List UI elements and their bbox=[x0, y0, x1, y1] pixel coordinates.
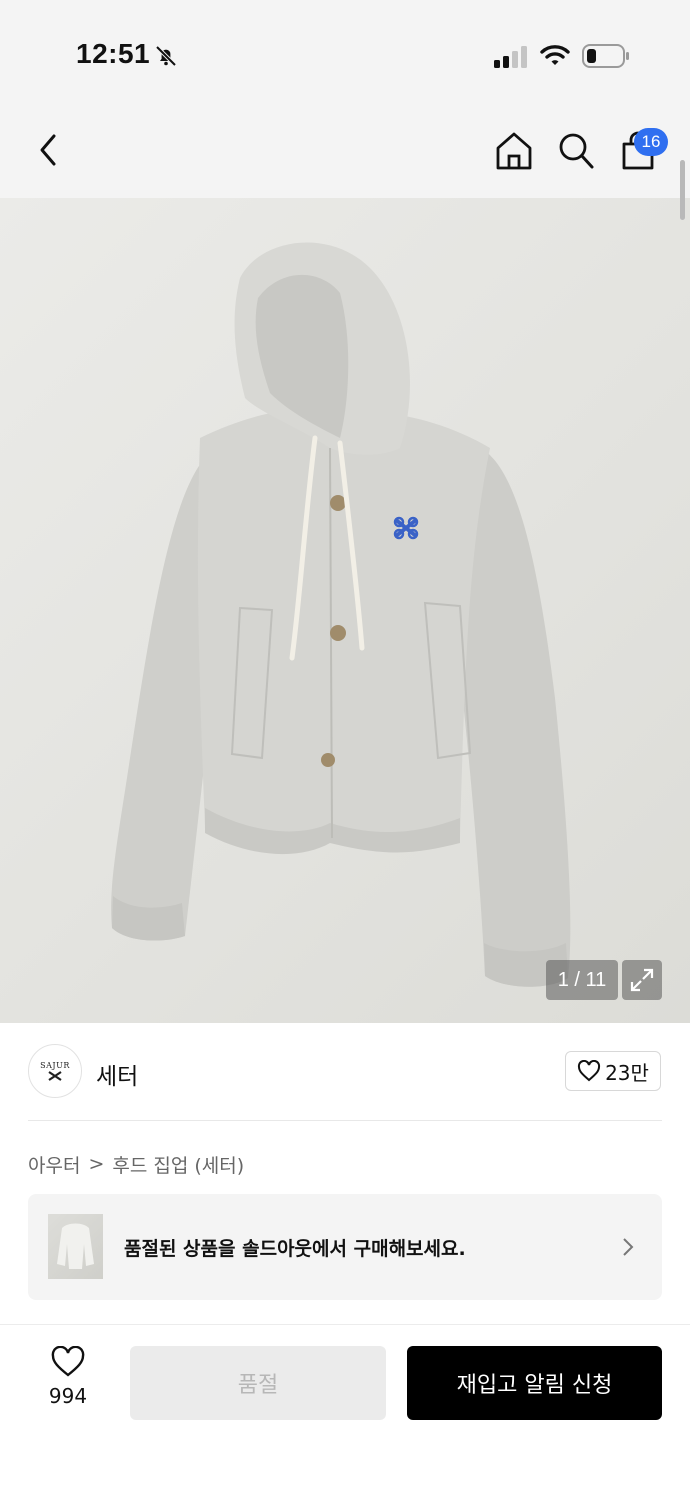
cart-count-badge: 16 bbox=[634, 128, 668, 156]
breadcrumb-separator: > bbox=[88, 1153, 105, 1175]
brand-like-button[interactable]: 23만 bbox=[565, 1051, 661, 1091]
back-arrow-icon[interactable] bbox=[30, 130, 66, 174]
section-divider bbox=[28, 1120, 662, 1121]
product-image[interactable] bbox=[0, 198, 690, 1023]
bell-muted-icon bbox=[154, 44, 178, 72]
heart-outline-icon bbox=[578, 1060, 601, 1082]
brand-logo[interactable]: SAJUR bbox=[28, 1044, 82, 1098]
home-icon[interactable] bbox=[494, 130, 534, 176]
breadcrumb: 아우터 > 후드 집업 (세터) bbox=[28, 1150, 244, 1178]
chevron-right-icon bbox=[620, 1236, 636, 1262]
brand-name[interactable]: 세터 bbox=[96, 1057, 138, 1091]
brand-logo-text: SAJUR bbox=[40, 1060, 70, 1070]
page-scroll-indicator[interactable] bbox=[680, 160, 685, 220]
soldout-banner-text: 품절된 상품을 솔드아웃에서 구매해보세요. bbox=[124, 1238, 466, 1260]
breadcrumb-outer[interactable]: 아우터 bbox=[28, 1151, 80, 1178]
image-counter: 1 / 11 bbox=[546, 960, 618, 1000]
wifi-icon bbox=[540, 43, 570, 71]
fullscreen-expand-icon[interactable] bbox=[622, 960, 662, 1000]
soldout-button[interactable]: 품절 bbox=[130, 1346, 386, 1420]
wishlist-button[interactable]: 994 bbox=[28, 1346, 108, 1420]
status-time: 12:51 bbox=[76, 38, 151, 69]
battery-icon bbox=[582, 44, 630, 72]
brand-like-count: 23만 bbox=[605, 1060, 649, 1085]
breadcrumb-hood-zip[interactable]: 후드 집업 (세터) bbox=[112, 1151, 244, 1178]
wishlist-count: 994 bbox=[48, 1384, 88, 1408]
soldout-promo-banner[interactable]: 품절된 상품을 솔드아웃에서 구매해보세요. bbox=[28, 1194, 662, 1300]
cellular-signal-icon bbox=[494, 46, 528, 72]
bottom-bar-divider bbox=[0, 1324, 690, 1325]
soldout-thumbnail bbox=[48, 1214, 103, 1279]
brand-row: SAJUR 세터 23만 bbox=[0, 1024, 690, 1120]
hoodie-photo bbox=[111, 242, 571, 987]
top-nav-bar bbox=[0, 100, 690, 198]
search-icon[interactable] bbox=[556, 130, 596, 176]
status-bar: 12:51 bbox=[0, 0, 690, 100]
restock-alert-button[interactable]: 재입고 알림 신청 bbox=[407, 1346, 662, 1420]
heart-outline-icon bbox=[51, 1346, 85, 1377]
brand-mark-icon bbox=[48, 1070, 62, 1081]
